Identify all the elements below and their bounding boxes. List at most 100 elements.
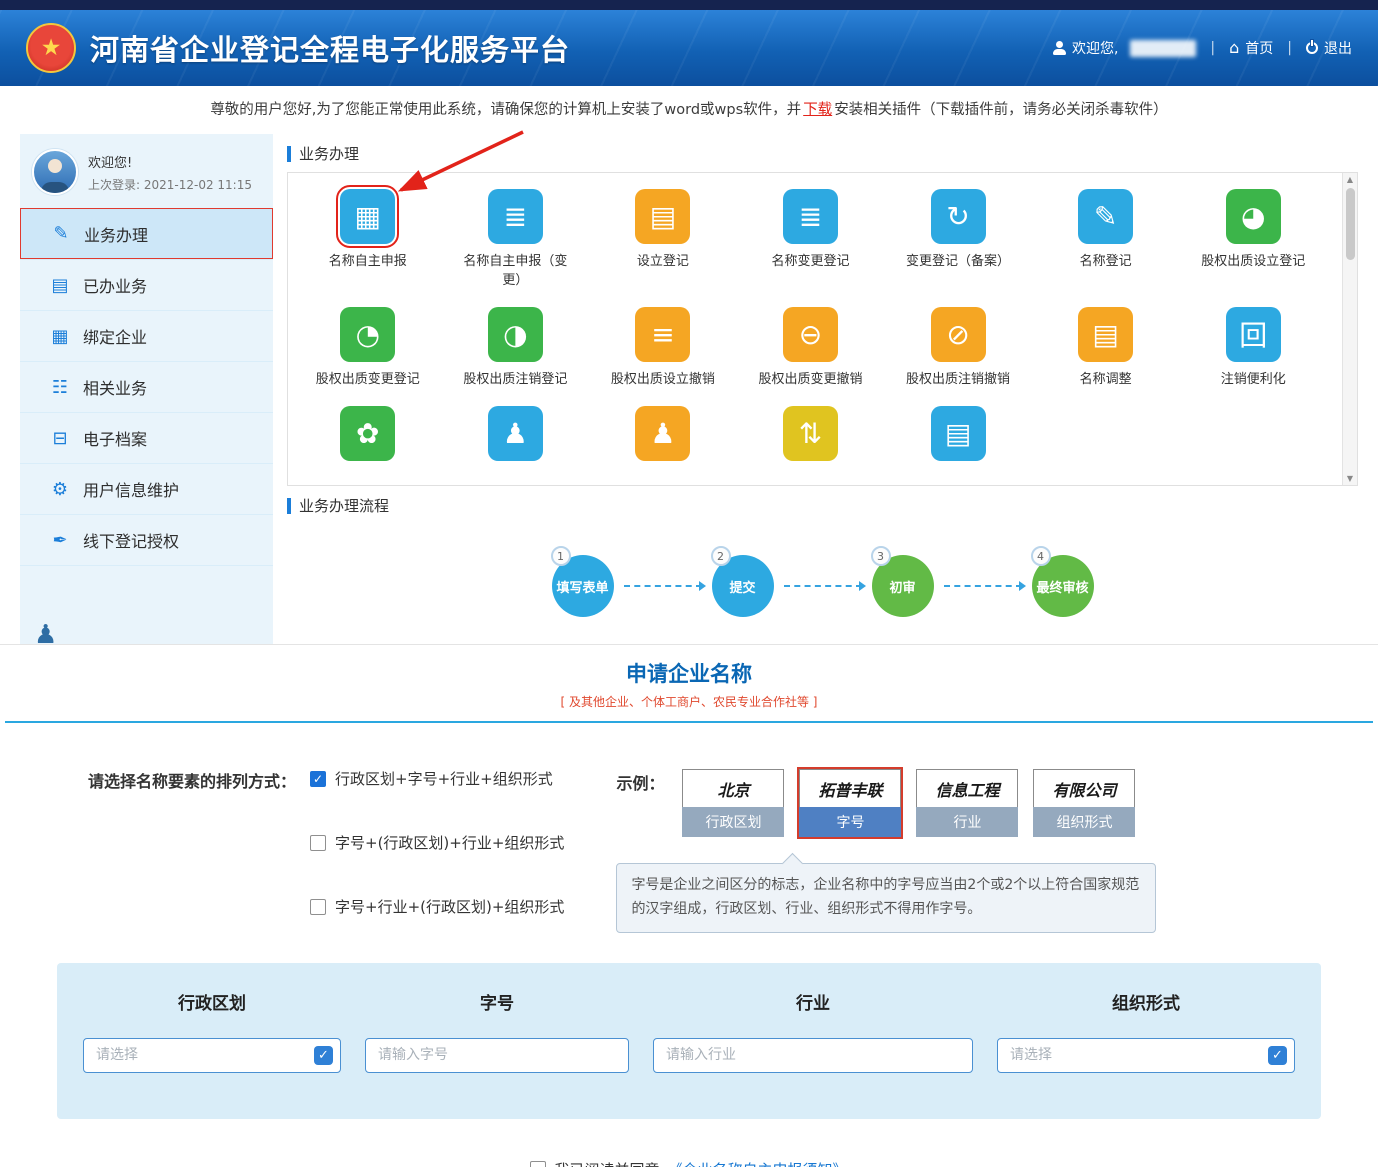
logout-link[interactable]: 退出 — [1306, 38, 1352, 58]
tradename-input[interactable] — [365, 1038, 629, 1073]
service-item[interactable]: ✿ — [294, 406, 442, 480]
sidebar-item-completed-business[interactable]: ▤ 已办业务 — [20, 259, 273, 310]
service-label: 名称自主申报 — [329, 253, 407, 272]
example-box-tradename[interactable]: 拓普丰联 字号 — [797, 767, 903, 839]
flow-step-initial-review: 3 初审 — [872, 555, 934, 617]
sidebar-item-bound-enterprises[interactable]: ▦ 绑定企业 — [20, 310, 273, 361]
service-item[interactable]: ⊘ 股权出质注销撤销 — [884, 307, 1032, 390]
service-item[interactable]: 回 注销便利化 — [1179, 307, 1327, 390]
flow-step-label: 最终审核 — [1036, 577, 1088, 596]
service-item[interactable]: ⊖ 股权出质变更撤销 — [737, 307, 885, 390]
list-icon: ☷ — [50, 377, 70, 398]
agree-checkbox[interactable] — [530, 1161, 546, 1167]
sidebar-item-electronic-archives[interactable]: ⊟ 电子档案 — [20, 412, 273, 463]
flow-step-label: 初审 — [889, 577, 915, 596]
services-grid: ▦ 名称自主申报 ≣ 名称自主申报（变更） ▤ 设立登记 ≣ 名称变更登记 ↻ — [294, 189, 1327, 480]
example-box-industry[interactable]: 信息工程 行业 — [914, 767, 1020, 839]
service-icon[interactable]: ♟ — [488, 406, 543, 461]
service-icon[interactable]: ≣ — [783, 189, 838, 244]
sidebar-item-related-business[interactable]: ☷ 相关业务 — [20, 361, 273, 412]
service-item[interactable]: ⇅ — [737, 406, 885, 480]
arrangement-options: 行政区划+字号+行业+组织形式 字号+(行政区划)+行业+组织形式 字号+行业+… — [310, 767, 564, 917]
service-icon[interactable]: ▤ — [931, 406, 986, 461]
redacted-username — [1130, 40, 1196, 57]
service-item[interactable]: ◔ 股权出质变更登记 — [294, 307, 442, 390]
scroll-down-icon[interactable]: ▼ — [1347, 472, 1353, 485]
user-icon — [1053, 41, 1066, 55]
service-item[interactable]: ≡ 股权出质设立撤销 — [589, 307, 737, 390]
sidebar-item-label: 相关业务 — [83, 375, 147, 399]
service-icon[interactable]: ✎ — [1078, 189, 1133, 244]
service-label: 股权出质注销撤销 — [906, 371, 1010, 390]
nib-icon: ✒ — [50, 530, 70, 551]
service-icon[interactable]: ◕ — [1226, 189, 1281, 244]
service-icon[interactable]: ▤ — [1078, 307, 1133, 362]
service-icon[interactable]: ↻ — [931, 189, 986, 244]
service-item[interactable]: ♟ — [589, 406, 737, 480]
service-item[interactable]: ✎ 名称登记 — [1032, 189, 1180, 291]
select-check-icon[interactable] — [1268, 1046, 1287, 1065]
service-item[interactable]: ▤ 名称调整 — [1032, 307, 1180, 390]
service-item[interactable]: ▦ 名称自主申报 — [294, 189, 442, 291]
agree-notice-link[interactable]: 《企业名称自主申报须知》 — [668, 1159, 848, 1167]
region-select[interactable] — [83, 1038, 341, 1073]
service-icon[interactable]: ♟ — [635, 406, 690, 461]
field-industry: 行业 — [653, 989, 973, 1073]
home-link[interactable]: ⌂ 首页 — [1229, 38, 1273, 58]
service-icon[interactable]: ✿ — [340, 406, 395, 461]
example-boxes: 北京 行政区划 拓普丰联 字号 信息工程 行业 有限公司 组织形式 — [680, 767, 1137, 839]
service-icon[interactable]: ≣ — [488, 189, 543, 244]
service-icon[interactable]: ≡ — [635, 307, 690, 362]
service-item[interactable]: ◕ 股权出质设立登记 — [1179, 189, 1327, 291]
service-item[interactable]: ≣ 名称自主申报（变更） — [442, 189, 590, 291]
service-icon[interactable]: ◔ — [340, 307, 395, 362]
title-underline — [5, 721, 1373, 723]
sidebar-item-user-info-maintenance[interactable]: ⚙ 用户信息维护 — [20, 463, 273, 514]
welcome-text: 欢迎您, — [1072, 38, 1118, 58]
example-name: 拓普丰联 — [799, 769, 901, 807]
example-box-orgform[interactable]: 有限公司 组织形式 — [1031, 767, 1137, 839]
service-item[interactable]: ◑ 股权出质注销登记 — [442, 307, 590, 390]
industry-input[interactable] — [653, 1038, 973, 1073]
header-separator: | — [1287, 40, 1292, 56]
service-icon[interactable]: ▦ — [340, 189, 395, 244]
option-label: 字号+(行政区划)+行业+组织形式 — [335, 832, 564, 853]
sidebar-item-label: 绑定企业 — [83, 324, 147, 348]
flow-connector-arrow — [784, 585, 862, 587]
sidebar-item-business-handling[interactable]: ✎ 业务办理 — [20, 208, 273, 259]
arrangement-checkbox[interactable] — [310, 835, 326, 851]
service-label: 注销便利化 — [1221, 371, 1286, 390]
service-icon[interactable]: ⊘ — [931, 307, 986, 362]
service-icon[interactable]: ▤ — [635, 189, 690, 244]
section-title-flow: 业务办理流程 — [287, 495, 1358, 516]
service-item[interactable]: ▤ 设立登记 — [589, 189, 737, 291]
service-icon[interactable]: ⇅ — [783, 406, 838, 461]
arrangement-checkbox[interactable] — [310, 899, 326, 915]
service-label: 设立登记 — [637, 253, 689, 272]
sidebar-item-offline-registration-auth[interactable]: ✒ 线下登记授权 — [20, 514, 273, 565]
panel-scrollbar[interactable]: ▲ ▼ — [1342, 173, 1357, 485]
section-bar — [287, 498, 291, 514]
orgform-select[interactable] — [997, 1038, 1295, 1073]
example-category: 行政区划 — [682, 807, 784, 837]
arrangement-checkbox[interactable] — [310, 771, 326, 787]
download-link[interactable]: 下载 — [803, 98, 832, 119]
service-icon[interactable]: 回 — [1226, 307, 1281, 362]
notice-bar: 尊敬的用户您好,为了您能正常使用此系统，请确保您的计算机上安装了word或wps… — [0, 86, 1378, 130]
field-tradename: 字号 — [365, 989, 629, 1073]
service-icon[interactable]: ⊖ — [783, 307, 838, 362]
example-name: 北京 — [682, 769, 784, 807]
service-icon[interactable]: ◑ — [488, 307, 543, 362]
example-block: 示例： 北京 行政区划 拓普丰联 字号 信息工程 行业 有限 — [616, 767, 1156, 933]
select-check-icon[interactable] — [314, 1046, 333, 1065]
service-item[interactable]: ↻ 变更登记（备案） — [884, 189, 1032, 291]
scrollbar-thumb[interactable] — [1346, 188, 1355, 260]
sidebar-item-label: 已办业务 — [83, 273, 147, 297]
content-area: 欢迎您! 上次登录: 2021-12-02 11:15 ✎ 业务办理 ▤ 已办业… — [0, 130, 1378, 644]
service-item[interactable]: ▤ — [884, 406, 1032, 480]
service-item[interactable]: ≣ 名称变更登记 — [737, 189, 885, 291]
scroll-up-icon[interactable]: ▲ — [1347, 173, 1353, 186]
example-box-region[interactable]: 北京 行政区划 — [680, 767, 786, 839]
gear-icon: ⚙ — [50, 479, 70, 500]
service-item[interactable]: ♟ — [442, 406, 590, 480]
